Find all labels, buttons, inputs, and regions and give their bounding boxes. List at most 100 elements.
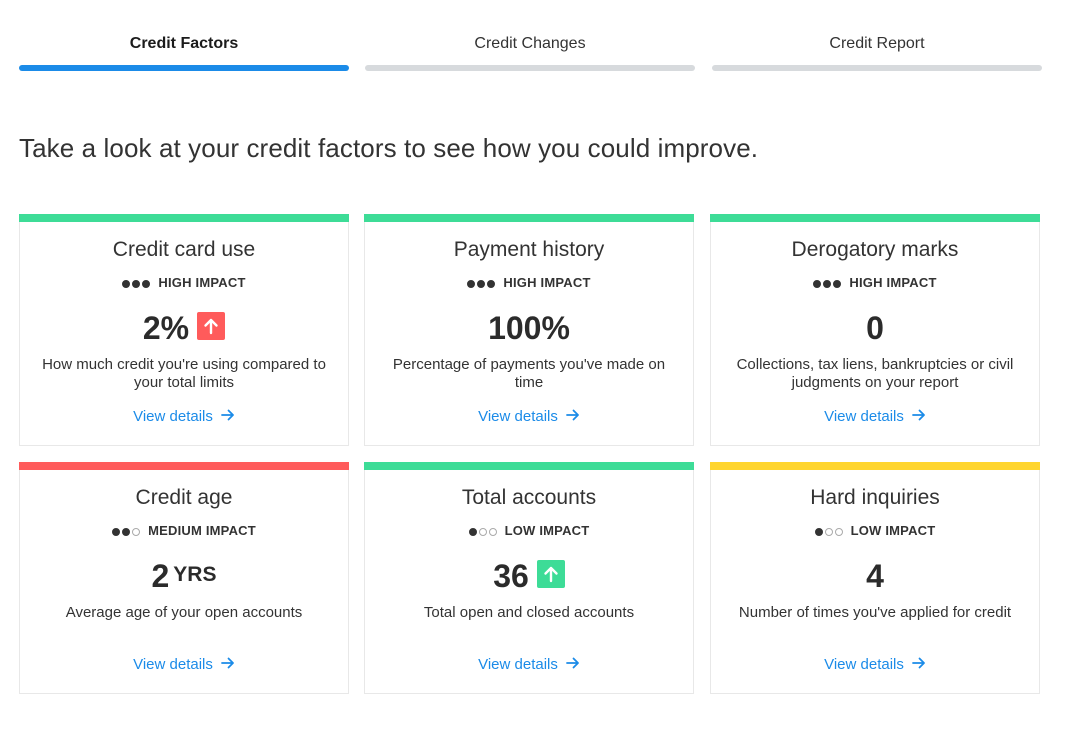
impact-indicator: MEDIUM IMPACT: [20, 522, 348, 538]
card-title: Credit card use: [112, 238, 256, 261]
factor-value: 2%: [142, 310, 190, 346]
empty-dot: [132, 527, 141, 536]
impact-indicator: LOW IMPACT: [365, 522, 693, 538]
filled-dot: [122, 279, 131, 288]
arrow-right-icon: [220, 408, 235, 425]
card-title: Derogatory marks: [791, 238, 959, 261]
view-details-label: View details: [478, 656, 558, 673]
value-row: 2%: [20, 310, 348, 346]
empty-dot: [488, 527, 497, 536]
card-accent-bar: [19, 214, 349, 222]
arrow-right-icon: [911, 656, 926, 673]
factor-value: 100%: [488, 310, 570, 346]
card-accent-bar: [364, 462, 694, 470]
factor-description: Total open and closed accounts: [423, 604, 635, 621]
view-details-link[interactable]: View details: [365, 656, 693, 674]
card-accent-bar: [364, 214, 694, 222]
impact-label: LOW IMPACT: [850, 523, 936, 539]
tab-label: Credit Factors: [129, 35, 239, 52]
filled-dot: [813, 279, 822, 288]
factor-value: 0: [866, 310, 884, 346]
value-row: 36: [365, 558, 693, 594]
filled-dot: [112, 527, 121, 536]
impact-dots-icon: [813, 275, 843, 290]
value-row: 0: [711, 310, 1039, 346]
factor-description: Percentage of payments you've made on ti…: [392, 356, 666, 391]
filled-dot: [467, 279, 476, 288]
arrow-right-icon: [911, 408, 926, 425]
factor-value: 36: [493, 558, 529, 594]
card-title: Total accounts: [461, 486, 597, 509]
factor-card-total-accounts: Total accounts LOW IMPACT 36 Total open and…: [364, 462, 694, 694]
view-details-label: View details: [478, 408, 558, 425]
view-details-label: View details: [824, 408, 904, 425]
factor-value: 2: [151, 558, 170, 594]
impact-label: MEDIUM IMPACT: [148, 523, 256, 539]
intro-heading: Take a look at your credit factors to se…: [19, 133, 759, 163]
filled-dot: [477, 279, 486, 288]
arrow-right-icon: [565, 408, 580, 425]
factor-card-payment-history: Payment history HIGH IMPACT 100% Percentage…: [364, 214, 694, 446]
filled-dot: [814, 527, 823, 536]
impact-label: HIGH IMPACT: [158, 275, 246, 291]
view-details-link[interactable]: View details: [711, 408, 1039, 426]
tab-bar: Credit Factors Credit Changes Credit Rep…: [19, 30, 1043, 74]
factor-card-credit-card-use: Credit card use HIGH IMPACT 2% How much cre…: [19, 214, 349, 446]
tab-indicator: [365, 65, 695, 71]
factor-card-hard-inquiries: Hard inquiries LOW IMPACT 4 Number of times…: [710, 462, 1040, 694]
card-accent-bar: [19, 462, 349, 470]
impact-indicator: LOW IMPACT: [711, 522, 1039, 538]
card-accent-bar: [710, 462, 1040, 470]
factor-description: Number of times you've applied for credi…: [738, 604, 1012, 621]
filled-dot: [487, 279, 496, 288]
view-details-link[interactable]: View details: [365, 408, 693, 426]
tab-label: Credit Report: [829, 35, 925, 52]
card-title: Hard inquiries: [810, 486, 940, 509]
factor-card-credit-age: Credit age MEDIUM IMPACT 2 YRS Average age o…: [19, 462, 349, 694]
impact-indicator: HIGH IMPACT: [20, 274, 348, 290]
impact-label: HIGH IMPACT: [849, 275, 937, 291]
card-accent-bar: [710, 214, 1040, 222]
value-row: 4: [711, 558, 1039, 594]
factor-unit: YRS: [173, 562, 217, 586]
empty-dot: [824, 527, 833, 536]
tab-indicator: [19, 65, 349, 71]
impact-indicator: HIGH IMPACT: [365, 274, 693, 290]
value-row: 100%: [365, 310, 693, 346]
factor-description: Average age of your open accounts: [65, 604, 303, 621]
factor-description: How much credit you're using compared to…: [42, 356, 326, 391]
view-details-label: View details: [824, 656, 904, 673]
value-row: 2 YRS: [20, 558, 348, 594]
view-details-link[interactable]: View details: [20, 408, 348, 426]
filled-dot: [142, 279, 151, 288]
impact-dots-icon: [467, 275, 497, 290]
tab-label: Credit Changes: [474, 35, 586, 52]
filled-dot: [132, 279, 141, 288]
view-details-link[interactable]: View details: [20, 656, 348, 674]
factor-description: Collections, tax liens, bankruptcies or …: [736, 356, 1014, 391]
impact-label: HIGH IMPACT: [503, 275, 591, 291]
tab-indicator: [712, 65, 1042, 71]
impact-label: LOW IMPACT: [504, 523, 590, 539]
impact-dots-icon: [112, 523, 142, 538]
view-details-label: View details: [133, 656, 213, 673]
impact-indicator: HIGH IMPACT: [711, 274, 1039, 290]
factor-card-derogatory-marks: Derogatory marks HIGH IMPACT 0 Collections,…: [710, 214, 1040, 446]
tab-credit-factors[interactable]: Credit Factors: [19, 30, 349, 71]
empty-dot: [834, 527, 843, 536]
arrow-right-icon: [220, 656, 235, 673]
arrow-up-icon: [536, 559, 565, 588]
view-details-label: View details: [133, 408, 213, 425]
tab-credit-changes[interactable]: Credit Changes: [365, 30, 695, 71]
tab-credit-report[interactable]: Credit Report: [712, 30, 1042, 71]
view-details-link[interactable]: View details: [711, 656, 1039, 674]
empty-dot: [478, 527, 487, 536]
factor-value: 4: [866, 558, 884, 594]
impact-dots-icon: [122, 275, 152, 290]
filled-dot: [468, 527, 477, 536]
filled-dot: [833, 279, 842, 288]
arrow-right-icon: [565, 656, 580, 673]
filled-dot: [823, 279, 832, 288]
impact-dots-icon: [468, 523, 499, 538]
arrow-up-icon: [197, 311, 226, 340]
